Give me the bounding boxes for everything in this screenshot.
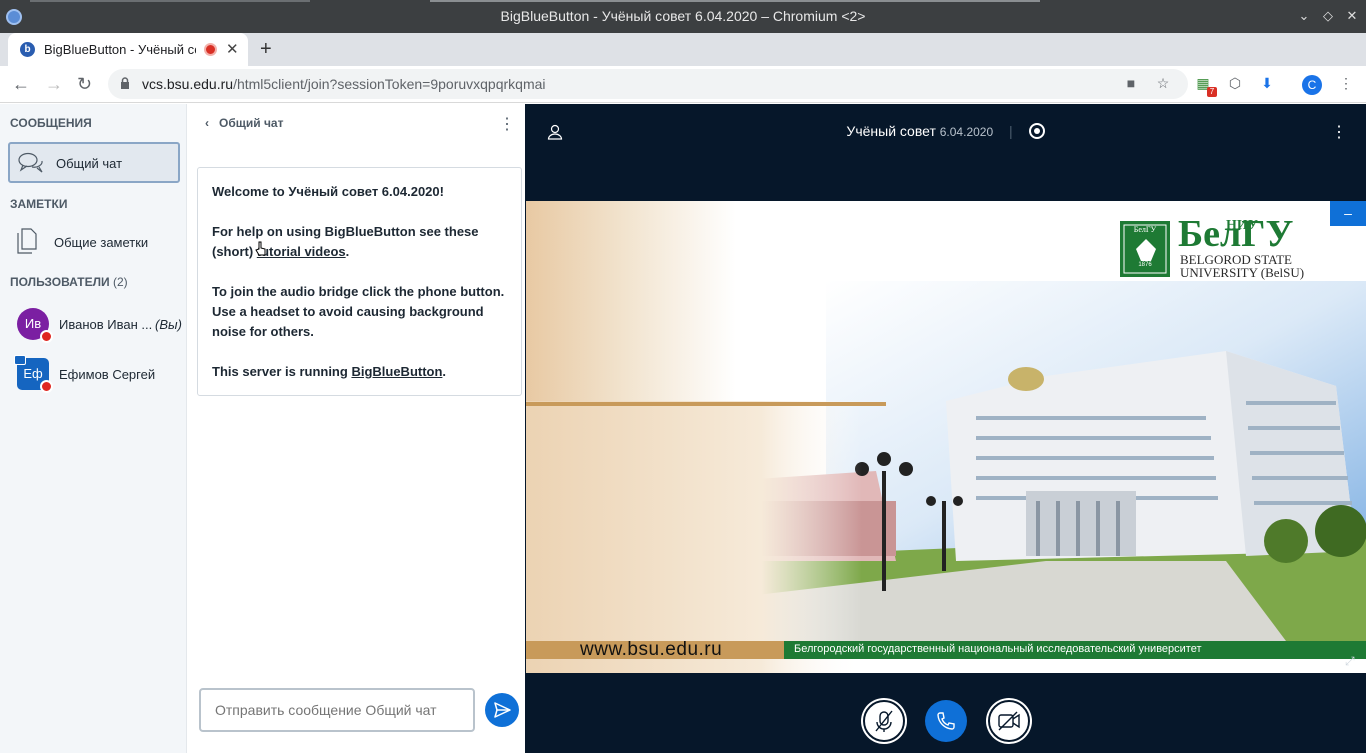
- public-chat-item[interactable]: Общий чат: [8, 142, 180, 183]
- presentation-slide: БелГУ 1876 НИУ БелГУ BELGOROD STATE UNIV…: [526, 201, 1366, 673]
- bigbluebutton-link[interactable]: BigBlueButton: [351, 364, 442, 379]
- logo-badge-year: 1876: [1138, 262, 1152, 268]
- new-tab-icon[interactable]: +: [260, 38, 272, 61]
- chat-message-input[interactable]: [199, 688, 475, 732]
- notes-header: ЗАМЕТКИ: [10, 197, 68, 211]
- notes-document-icon: [17, 228, 37, 254]
- tutorial-videos-link[interactable]: tutorial videos: [257, 244, 346, 259]
- users-header-label: ПОЛЬЗОВАТЕЛИ: [10, 275, 110, 289]
- maximize-icon[interactable]: ◇: [1321, 9, 1335, 23]
- forward-arrow-icon[interactable]: →: [45, 74, 63, 95]
- camera-icon[interactable]: ■: [1122, 75, 1140, 93]
- address-bar[interactable]: vcs.bsu.edu.ru/html5client/join?sessionT…: [108, 69, 1188, 99]
- muted-microphone-icon: [875, 710, 893, 732]
- reload-icon[interactable]: ↻: [77, 74, 92, 95]
- extension-badge: 7: [1207, 87, 1217, 97]
- chevron-down-icon[interactable]: ⌄: [1297, 9, 1311, 23]
- window-title: BigBlueButton - Учёный совет 6.04.2020 –…: [500, 8, 866, 24]
- window-titlebar: BigBlueButton - Учёный совет 6.04.2020 –…: [0, 0, 1366, 33]
- footer-url: www.bsu.edu.ru: [580, 639, 723, 660]
- server-suffix: .: [442, 364, 447, 379]
- user-list-item[interactable]: Ив Иванов Иван ... (Вы): [0, 304, 186, 344]
- recording-status-icon[interactable]: [1028, 123, 1045, 139]
- profile-avatar[interactable]: C: [1302, 75, 1322, 95]
- chat-options-icon[interactable]: ⋮: [499, 114, 515, 134]
- hand-cursor-icon: [255, 241, 266, 256]
- chat-bubbles-icon: [18, 152, 43, 173]
- messages-header: СООБЩЕНИЯ: [10, 116, 92, 130]
- chat-back-button[interactable]: ‹ Общий чат: [205, 116, 283, 130]
- bbb-favicon-icon: b: [20, 42, 35, 57]
- meeting-date: 6.04.2020: [939, 125, 994, 139]
- video-off-icon: [998, 711, 1020, 731]
- you-label: (Вы): [155, 317, 182, 332]
- url-host: vcs.bsu.edu.ru: [142, 76, 234, 92]
- back-arrow-icon[interactable]: ←: [12, 74, 30, 95]
- welcome-suffix: !: [439, 184, 444, 199]
- meeting-title: Учёный совет 6.04.2020 |: [525, 123, 1366, 139]
- send-icon: [494, 702, 511, 718]
- share-webcam-button[interactable]: [988, 700, 1030, 742]
- navigation-bar: ← → ↻ vcs.bsu.edu.ru/html5client/join?se…: [0, 66, 1366, 103]
- lock-icon: [121, 77, 129, 89]
- close-window-icon[interactable]: ✕: [1345, 9, 1359, 23]
- users-header: ПОЛЬЗОВАТЕЛИ (2): [10, 275, 128, 289]
- browser-menu-icon[interactable]: ⋮: [1337, 75, 1355, 93]
- bookmark-star-icon[interactable]: ☆: [1154, 75, 1172, 93]
- logo-main: БелГУ: [1178, 213, 1294, 255]
- cube-extension-icon[interactable]: ⬡: [1226, 75, 1244, 93]
- presenter-icon: [14, 355, 26, 365]
- browser-tab[interactable]: b BigBlueButton - Учёный совет 6.04.2020…: [8, 33, 248, 66]
- chat-title: Общий чат: [219, 116, 284, 130]
- audio-help-text: To join the audio bridge click the phone…: [212, 284, 505, 339]
- mute-button[interactable]: [863, 700, 905, 742]
- help-suffix: .: [345, 244, 350, 259]
- welcome-prefix: Welcome to: [212, 184, 289, 199]
- public-chat-label: Общий чат: [56, 156, 123, 171]
- send-message-button[interactable]: [485, 693, 519, 727]
- footer-university-name: Белгородский государственный национальны…: [794, 643, 1202, 655]
- fullscreen-icon[interactable]: ⤢: [1345, 654, 1359, 668]
- audio-phone-button[interactable]: [925, 700, 967, 742]
- tab-strip: b BigBlueButton - Учёный совет 6.04.2020…: [0, 33, 1366, 66]
- muted-mic-icon: [40, 330, 53, 343]
- user-name: Иванов Иван ...: [59, 317, 153, 332]
- shared-notes-label: Общие заметки: [54, 235, 149, 250]
- options-menu-icon[interactable]: ⋮: [1331, 122, 1347, 142]
- presentation-area: Учёный совет 6.04.2020 | ⋮ БелГУ 1876 НИ…: [525, 104, 1366, 753]
- server-text: This server is running: [212, 364, 352, 379]
- users-count: (2): [112, 275, 128, 289]
- url-path: /html5client/join?sessionToken=9poruvxqp…: [233, 76, 546, 92]
- download-icon[interactable]: ⬇: [1258, 75, 1276, 93]
- tab-title: BigBlueButton - Учёный совет 6.04.2020: [44, 42, 196, 57]
- welcome-message: Welcome to Учёный совет 6.04.2020! For h…: [197, 167, 522, 396]
- title-separator: |: [1009, 123, 1013, 139]
- taskbar-strip: [30, 0, 310, 2]
- url-text: vcs.bsu.edu.ru/html5client/join?sessionT…: [142, 76, 546, 92]
- muted-mic-icon: [40, 380, 53, 393]
- univ-line-2: UNIVERSITY (BelSU): [1180, 265, 1305, 280]
- phone-icon: [937, 712, 955, 730]
- userlist-panel: СООБЩЕНИЯ Общий чат ЗАМЕТКИ Общие заметк…: [0, 104, 186, 753]
- logo-badge-text: БелГУ: [1133, 225, 1157, 234]
- minimize-presentation-button[interactable]: –: [1330, 201, 1366, 226]
- meeting-name: Учёный совет: [846, 123, 936, 139]
- user-name: Ефимов Сергей: [59, 367, 156, 382]
- welcome-meeting-name: Учёный совет 6.04.2020: [288, 184, 440, 199]
- recording-indicator-icon: [204, 43, 217, 56]
- taskbar-strip-active: [430, 0, 1040, 2]
- chat-panel: ‹ Общий чат ⋮ Welcome to Учёный совет 6.…: [186, 104, 525, 753]
- tab-close-icon[interactable]: ✕: [226, 40, 239, 58]
- user-list-item[interactable]: Еф Ефимов Сергей: [0, 354, 186, 394]
